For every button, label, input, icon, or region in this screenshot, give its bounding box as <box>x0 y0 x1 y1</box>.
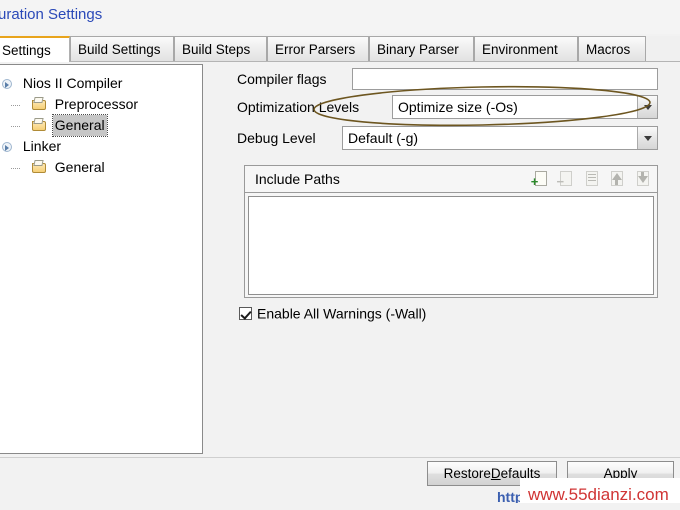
compiler-flags-row: Compiler flags <box>232 67 680 91</box>
folder-icon <box>31 157 49 178</box>
edit-include-path-icon[interactable] <box>581 169 603 189</box>
optimization-levels-label: Optimization Levels <box>237 99 360 115</box>
tree-connector <box>11 115 27 136</box>
tree-item-label: Nios II Compiler <box>22 75 123 91</box>
include-paths-list[interactable] <box>248 196 654 295</box>
tab-build-settings[interactable]: Build Settings <box>70 36 174 61</box>
tab-strip-divider <box>0 61 680 62</box>
tree-item-general-compiler[interactable]: General <box>11 114 108 137</box>
tab-build-steps[interactable]: Build Steps <box>174 36 267 61</box>
debug-level-label: Debug Level <box>237 130 316 146</box>
tree-item-linker[interactable]: Linker <box>1 136 63 157</box>
tab-strip: Settings Build Settings Build Steps Erro… <box>0 36 680 62</box>
watermark-text: www.55dianzi.com <box>528 485 669 504</box>
add-include-path-icon[interactable]: + <box>530 169 552 189</box>
tab-macros[interactable]: Macros <box>578 36 646 61</box>
restore-defaults-prefix: Restore <box>443 466 491 481</box>
include-paths-title: Include Paths <box>255 171 340 187</box>
move-up-icon[interactable] <box>606 169 628 189</box>
tree-item-label: General <box>54 159 105 175</box>
tab-environment[interactable]: Environment <box>474 36 578 61</box>
expand-toggle-icon[interactable] <box>1 136 17 157</box>
chevron-down-icon[interactable] <box>637 96 657 118</box>
debug-level-row: Debug Level Default (-g) <box>232 126 680 150</box>
optimization-levels-value: Optimize size (-Os) <box>398 99 518 115</box>
page-title: uration Settings <box>0 6 103 23</box>
include-paths-header: Include Paths + − <box>245 166 657 193</box>
tree-connector <box>11 94 27 115</box>
tab-label: Build Settings <box>78 42 161 57</box>
tab-settings[interactable]: Settings <box>0 36 70 62</box>
folder-icon <box>31 94 49 115</box>
debug-level-dropdown[interactable]: Default (-g) <box>342 126 658 150</box>
tree-connector <box>11 157 27 178</box>
chevron-down-icon[interactable] <box>637 127 657 149</box>
restore-defaults-mnemonic: D <box>490 466 501 481</box>
bottom-strip <box>0 503 680 510</box>
tab-label: Error Parsers <box>275 42 356 57</box>
debug-level-value: Default (-g) <box>348 130 419 146</box>
move-down-icon[interactable] <box>632 169 654 189</box>
tree-item-preprocessor[interactable]: Preprocessor <box>11 94 140 115</box>
tab-error-parsers[interactable]: Error Parsers <box>267 36 369 61</box>
tree-item-nios-ii-compiler[interactable]: Nios II Compiler <box>1 73 124 94</box>
tab-label: Settings <box>2 43 51 58</box>
include-paths-toolbar: + − <box>530 169 655 190</box>
dialog-title-bar: uration Settings <box>0 0 680 34</box>
folder-icon <box>31 115 49 136</box>
tree-item-label: Preprocessor <box>54 96 139 112</box>
tab-label: Build Steps <box>182 42 251 57</box>
include-paths-group: Include Paths + − <box>244 165 658 298</box>
optimization-levels-dropdown[interactable]: Optimize size (-Os) <box>392 95 658 119</box>
settings-form-pane: Compiler flags Optimization Levels Optim… <box>232 64 680 454</box>
enable-all-warnings-label: Enable All Warnings (-Wall) <box>257 305 427 322</box>
compiler-flags-label: Compiler flags <box>237 71 327 87</box>
footer-divider <box>0 457 680 458</box>
tab-label: Binary Parser <box>377 42 459 57</box>
tab-binary-parser[interactable]: Binary Parser <box>369 36 474 61</box>
remove-include-path-icon[interactable]: − <box>555 169 577 189</box>
tab-label: Environment <box>482 42 558 57</box>
expand-toggle-icon[interactable] <box>1 73 17 94</box>
tab-label: Macros <box>586 42 631 57</box>
tree-item-label: Linker <box>22 138 62 154</box>
settings-tree-panel[interactable]: Nios II Compiler Preprocessor General Li… <box>0 64 203 454</box>
tree-item-label-selected: General <box>51 114 108 137</box>
enable-all-warnings-checkbox[interactable] <box>239 307 252 321</box>
optimization-levels-row: Optimization Levels Optimize size (-Os) <box>232 95 680 119</box>
enable-all-warnings-row[interactable]: Enable All Warnings (-Wall) <box>239 305 426 325</box>
compiler-flags-input[interactable] <box>352 68 658 90</box>
tree-item-general-linker[interactable]: General <box>11 157 107 178</box>
